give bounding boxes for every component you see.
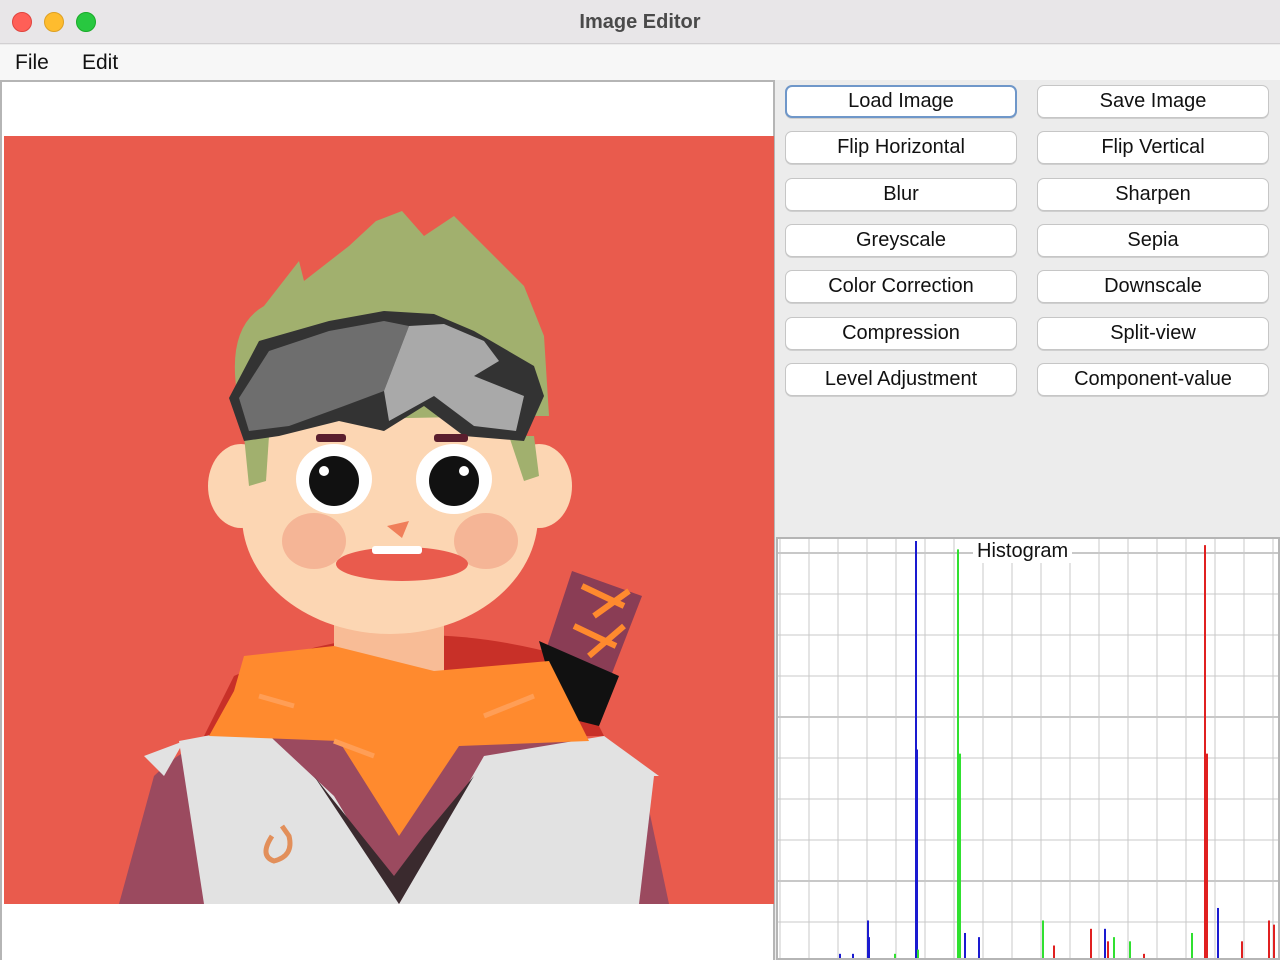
split-view-button[interactable]: Split-view bbox=[1037, 317, 1269, 350]
title-bar: Image Editor bbox=[0, 0, 1280, 44]
character-illustration bbox=[4, 136, 774, 904]
component-value-button[interactable]: Component-value bbox=[1037, 363, 1269, 396]
sharpen-button[interactable]: Sharpen bbox=[1037, 178, 1269, 211]
downscale-button[interactable]: Downscale bbox=[1037, 270, 1269, 303]
save-image-button[interactable]: Save Image bbox=[1037, 85, 1269, 118]
histogram-plot bbox=[778, 539, 1278, 958]
flip-horizontal-button[interactable]: Flip Horizontal bbox=[785, 131, 1017, 164]
load-image-button[interactable]: Load Image bbox=[785, 85, 1017, 118]
blur-button[interactable]: Blur bbox=[785, 178, 1017, 211]
menu-edit[interactable]: Edit bbox=[82, 45, 118, 80]
sepia-button[interactable]: Sepia bbox=[1037, 224, 1269, 257]
compression-button[interactable]: Compression bbox=[785, 317, 1017, 350]
level-adjustment-button[interactable]: Level Adjustment bbox=[785, 363, 1017, 396]
histogram-title: Histogram bbox=[973, 539, 1073, 563]
window-title: Image Editor bbox=[579, 11, 701, 33]
tools-panel: Load Image Save Image Flip Horizontal Fl… bbox=[776, 80, 1280, 535]
histogram-panel: Histogram bbox=[776, 537, 1280, 960]
menu-bar: File Edit bbox=[0, 45, 1280, 80]
loaded-image bbox=[4, 136, 774, 904]
flip-vertical-button[interactable]: Flip Vertical bbox=[1037, 131, 1269, 164]
histogram-background bbox=[778, 539, 1278, 958]
app-window: Image Editor File Edit Load Image Save I… bbox=[0, 0, 1280, 960]
greyscale-button[interactable]: Greyscale bbox=[785, 224, 1017, 257]
image-display-panel[interactable] bbox=[0, 80, 775, 960]
menu-file[interactable]: File bbox=[15, 45, 49, 80]
color-correction-button[interactable]: Color Correction bbox=[785, 270, 1017, 303]
